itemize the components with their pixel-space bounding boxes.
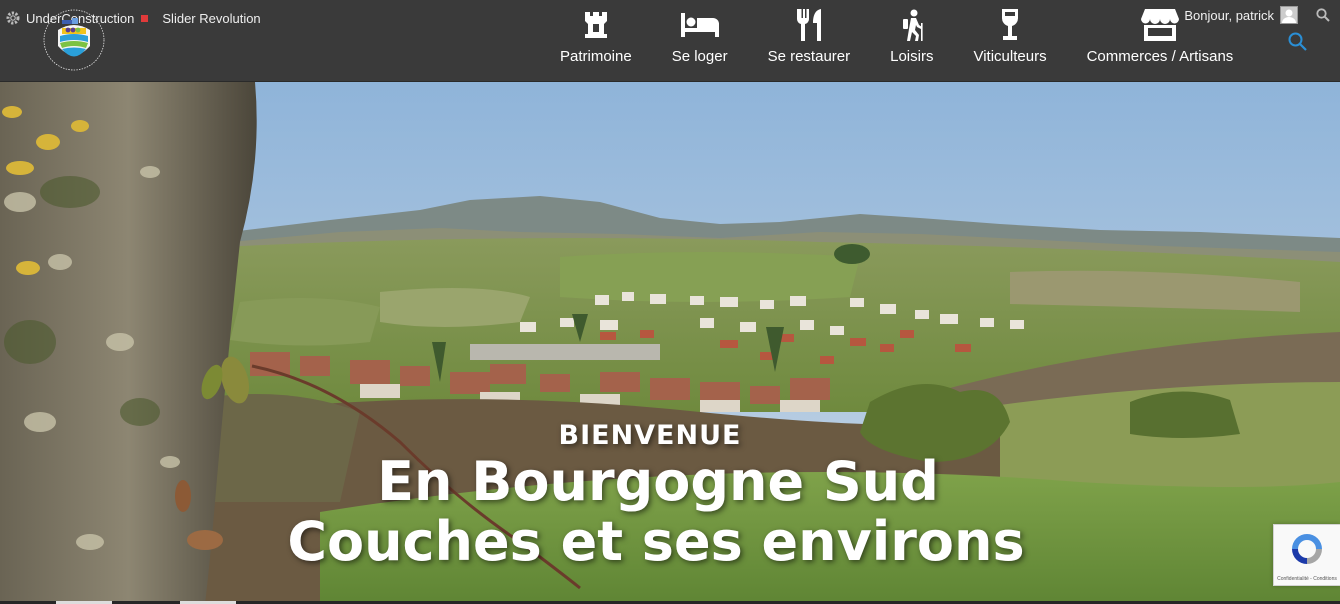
admin-user-menu[interactable]: Bonjour, patrick [1184, 6, 1332, 24]
nav-label: Se loger [671, 48, 728, 65]
recaptcha-badge[interactable]: Confidentialité - Conditions [1273, 524, 1340, 586]
nav-label: Commerces / Artisans [1086, 48, 1234, 65]
status-indicator [141, 14, 149, 22]
main-nav: Patrimoine Se loger Se restaurer Loisirs… [540, 6, 1253, 78]
site-header: UnderConstruction Slider Revolution Patr… [0, 0, 1340, 82]
wine-glass-icon [1000, 6, 1020, 44]
utensils-icon [795, 6, 823, 44]
nav-item-se-restaurer[interactable]: Se restaurer [748, 6, 871, 78]
hiker-icon [899, 6, 925, 44]
recaptcha-label[interactable]: Confidentialité - Conditions [1277, 576, 1337, 582]
hero-title-line-1: En Bourgogne Sud [377, 450, 939, 513]
castle-rook-icon [583, 6, 609, 44]
hero-kicker: BIENVENUE [558, 420, 742, 451]
hero-slider[interactable]: BIENVENUE En Bourgogne Sud Couches et se… [0, 82, 1340, 604]
gear-icon[interactable] [2, 7, 24, 29]
site-logo[interactable] [28, 6, 106, 78]
page: UnderConstruction Slider Revolution Patr… [0, 0, 1340, 604]
nav-label: Patrimoine [560, 48, 632, 65]
user-greeting: Bonjour, patrick [1184, 7, 1274, 23]
nav-item-viticulteurs[interactable]: Viticulteurs [953, 6, 1066, 78]
nav-label: Viticulteurs [973, 48, 1047, 65]
store-icon [1140, 6, 1179, 44]
nav-label: Se restaurer [767, 48, 851, 65]
nav-label: Loisirs [890, 48, 934, 65]
search-icon[interactable] [1287, 31, 1309, 53]
nav-item-se-loger[interactable]: Se loger [652, 6, 748, 78]
recaptcha-icon [1289, 531, 1325, 572]
admin-search-icon[interactable] [1314, 6, 1332, 24]
hero-title-line-2: Couches et ses environs [287, 510, 1025, 573]
avatar [1280, 6, 1298, 24]
nav-item-loisirs[interactable]: Loisirs [870, 6, 953, 78]
bed-icon [680, 6, 719, 44]
admin-plugin-link[interactable]: Slider Revolution [162, 11, 260, 26]
nav-item-patrimoine[interactable]: Patrimoine [540, 6, 652, 78]
